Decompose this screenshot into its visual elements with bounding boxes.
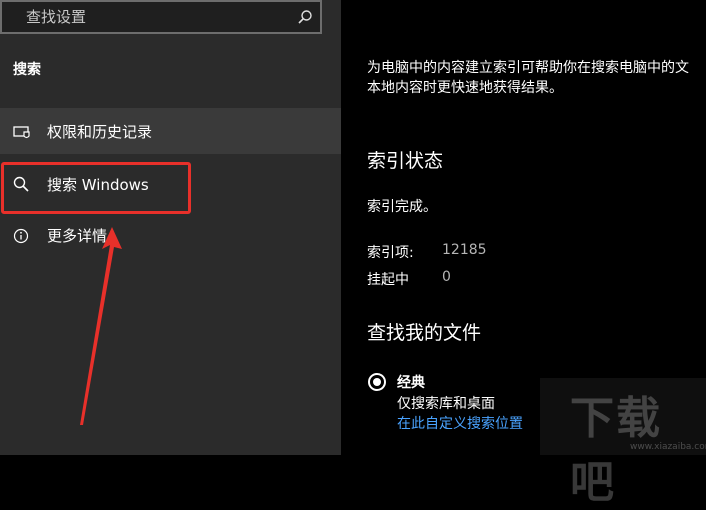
customize-search-locations-link[interactable]: 在此自定义搜索位置 (397, 413, 523, 433)
radio-classic-label[interactable]: 经典 (397, 372, 425, 392)
description-line: 为电脑中的内容建立索引可帮助你在搜索电脑中的文 (367, 60, 689, 76)
search-icon[interactable] (294, 6, 316, 28)
red-arrow-annotation (80, 227, 122, 425)
nav-item-more-details[interactable]: 更多详情 (0, 212, 341, 258)
nav-item-label: 搜索 Windows (47, 175, 149, 194)
radio-selected-dot (373, 378, 381, 386)
nav-item-label: 权限和历史记录 (47, 122, 153, 141)
index-status-heading: 索引状态 (367, 150, 444, 172)
index-status-text: 索引完成。 (367, 199, 437, 215)
stat-value-pending: 0 (442, 269, 451, 285)
watermark-url: www.xiazaiba.com (630, 442, 706, 452)
permissions-icon (12, 122, 32, 142)
info-icon (12, 226, 32, 246)
settings-sidebar: 搜索 权限和历史记录 搜索 Windows 更多详情 (0, 0, 341, 455)
search-icon (12, 175, 32, 195)
nav-item-permissions-history[interactable]: 权限和历史记录 (0, 108, 341, 154)
index-description: 为电脑中的内容建立索引可帮助你在搜索电脑中的文 本地内容时更快速地获得结果。 (367, 58, 706, 98)
watermark-logo: 下载吧 www.xiazaiba.com (540, 378, 706, 508)
radio-classic-description: 仅搜索库和桌面 (397, 396, 495, 412)
stat-value-indexed: 12185 (442, 242, 487, 258)
stat-label-indexed: 索引项: (367, 245, 414, 261)
description-line: 本地内容时更快速地获得结果。 (367, 80, 563, 96)
find-files-heading: 查找我的文件 (367, 322, 482, 344)
section-title: 搜索 (13, 62, 41, 78)
search-settings-box (0, 0, 322, 34)
nav-item-search-windows[interactable]: 搜索 Windows (0, 161, 341, 207)
stat-label-pending: 挂起中 (367, 272, 409, 288)
radio-classic[interactable] (368, 373, 386, 391)
search-settings-input[interactable] (2, 2, 282, 32)
